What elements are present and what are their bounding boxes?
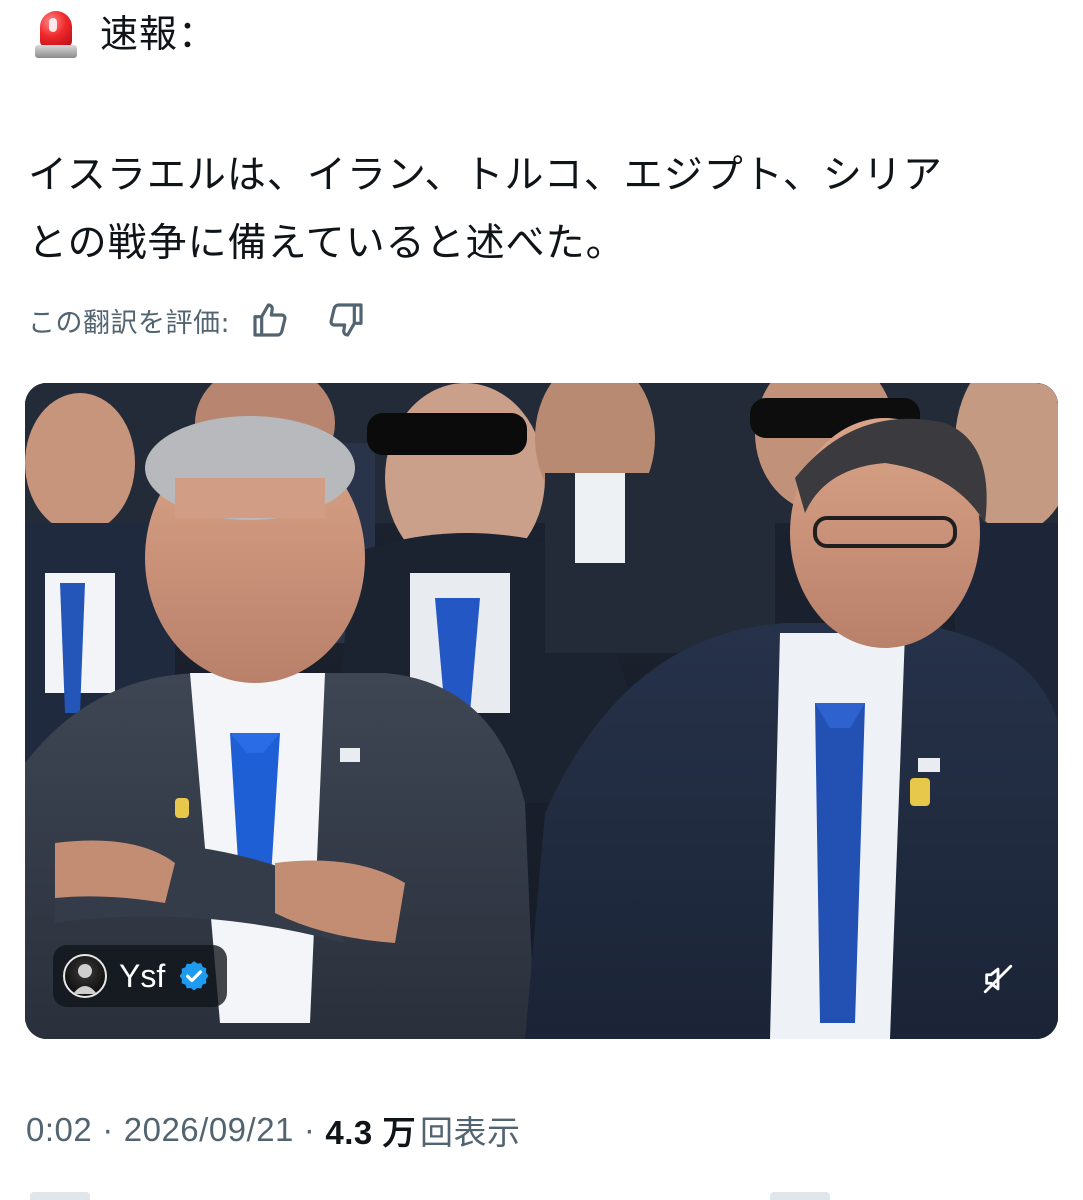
watermark-name: Ysf <box>119 957 166 994</box>
mute-button[interactable] <box>976 957 1020 1001</box>
speaker-muted-icon <box>983 964 1013 994</box>
meta-separator: · <box>303 1111 316 1148</box>
action-bar-hint <box>30 1192 90 1200</box>
video-frame-image <box>25 383 1058 1039</box>
headline-label: 速報： <box>100 12 218 56</box>
post-time: 0:02 <box>26 1111 93 1148</box>
post-meta: 0:02 · 2026/09/21 · 4.3 万 回表示 <box>26 1104 520 1156</box>
post-headline: 速報： <box>34 6 217 62</box>
meta-separator: · <box>102 1111 114 1148</box>
thumbs-down-button[interactable] <box>322 296 370 344</box>
translation-rating-label: この翻訳を評価: <box>28 307 231 339</box>
police-siren-icon <box>34 7 78 61</box>
thumbs-down-icon <box>329 303 363 337</box>
post-date: 2026/09/21 <box>123 1111 294 1148</box>
thumbs-up-icon <box>253 303 287 337</box>
verified-badge-icon <box>179 961 209 991</box>
avatar <box>63 954 107 998</box>
translation-rating: この翻訳を評価: <box>28 296 370 344</box>
post-video[interactable]: Ysf <box>25 383 1058 1039</box>
views-count[interactable]: 4.3 万 <box>325 1106 416 1154</box>
views-label: 回表示 <box>419 1114 521 1151</box>
video-watermark-badge[interactable]: Ysf <box>53 945 228 1007</box>
action-bar-hint <box>770 1192 830 1200</box>
post-body: イスラエルは、イラン、トルコ、エジプト、シリア との戦争に備えていると述べた。 <box>28 142 1058 278</box>
post-body-line: イスラエルは、イラン、トルコ、エジプト、シリア <box>28 153 943 198</box>
thumbs-up-button[interactable] <box>246 296 294 344</box>
post-body-line: との戦争に備えていると述べた。 <box>28 221 626 266</box>
